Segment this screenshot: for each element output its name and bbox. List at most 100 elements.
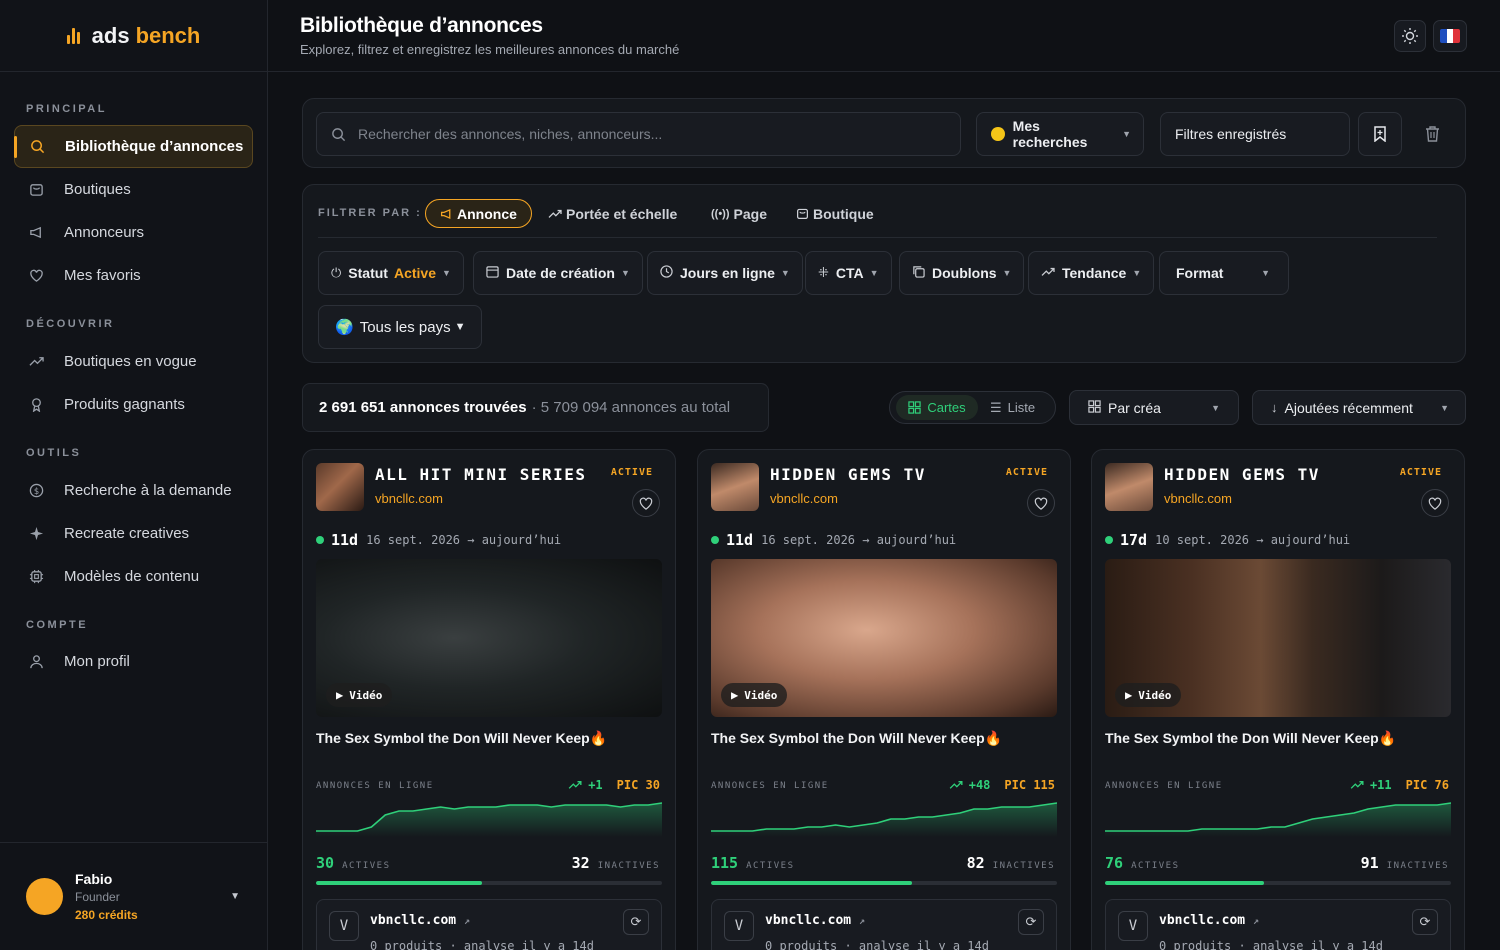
active-ratio-fill — [1105, 881, 1265, 885]
advertiser-domain[interactable]: vbncllc.com — [770, 491, 838, 506]
advertiser-thumbnail — [1105, 463, 1153, 511]
my-searches-dropdown[interactable]: Mes recherches ▼ — [976, 112, 1144, 156]
trending-icon — [548, 209, 562, 218]
shop-domain[interactable]: vbncllc.com ↗ — [370, 913, 470, 928]
user-menu[interactable]: Fabio Founder 280 crédits ▼ — [0, 842, 268, 950]
saved-filters-dropdown[interactable]: Filtres enregistrés — [1160, 112, 1350, 156]
cursor-click-icon: ⁜ — [818, 265, 829, 280]
trend-filter[interactable]: Tendance ▼ — [1028, 251, 1155, 295]
peak-value: PIC 115 — [1004, 778, 1055, 792]
date-range: 16 sept. 2026 → aujourd’hui — [761, 533, 957, 547]
ad-card[interactable]: HIDDEN GEMS TV vbncllc.com ACTIVE 11d 16… — [697, 449, 1071, 950]
brand-logo[interactable]: ads bench — [0, 0, 267, 72]
sidebar-item-ad-library[interactable]: Bibliothèque d’annonces — [14, 125, 253, 168]
power-icon: ⏻ — [331, 265, 342, 280]
language-button[interactable] — [1433, 20, 1467, 52]
sidebar-item-trending-shops[interactable]: Boutiques en vogue — [14, 340, 253, 383]
view-toggle: Cartes ☰ Liste — [889, 391, 1056, 424]
refresh-button[interactable]: ⟳ — [1018, 909, 1044, 935]
sidebar-item-profile[interactable]: Mon profil — [14, 640, 253, 683]
days-online-filter[interactable]: Jours en ligne ▼ — [647, 251, 803, 295]
filter-label: Format — [1176, 265, 1224, 281]
created-date-filter[interactable]: Date de création ▼ — [473, 251, 643, 295]
shop-summary[interactable]: V vbncllc.com ↗ 0 produits · analyse il … — [711, 899, 1057, 950]
external-link-icon: ↗ — [1252, 916, 1259, 927]
chevron-down-icon: ▼ — [454, 321, 466, 333]
french-flag-icon — [1440, 29, 1460, 43]
saved-filters-label: Filtres enregistrés — [1175, 126, 1287, 142]
chevron-down-icon: ▼ — [1002, 268, 1012, 278]
sidebar-item-favorites[interactable]: Mes favoris — [14, 254, 253, 297]
refresh-button[interactable]: ⟳ — [623, 909, 649, 935]
sidebar-item-on-demand-search[interactable]: $ Recherche à la demande — [14, 469, 253, 512]
advertiser-name[interactable]: HIDDEN GEMS TV — [770, 465, 926, 484]
results-found: 2 691 651 annonces trouvées — [319, 399, 527, 416]
country-filter[interactable]: 🌍 Tous les pays ▼ — [318, 305, 483, 349]
live-dot-icon — [316, 536, 324, 544]
live-dot-icon — [1105, 536, 1113, 544]
ad-media[interactable]: ▶ Vidéo — [316, 559, 662, 717]
ad-media[interactable]: ▶ Vidéo — [1105, 559, 1451, 717]
my-searches-label: Mes recherches — [1012, 118, 1088, 150]
tab-label: Page — [733, 205, 767, 222]
ad-card[interactable]: ALL HIT MINI SERIES vbncllc.com ACTIVE 1… — [302, 449, 676, 950]
sidebar-item-advertisers[interactable]: Annonceurs — [14, 211, 253, 254]
trending-icon — [28, 354, 44, 370]
shop-summary[interactable]: V vbncllc.com ↗ 0 produits · analyse il … — [316, 899, 662, 950]
sparkline-area — [711, 803, 1057, 837]
favorite-button[interactable] — [1027, 489, 1055, 517]
tab-page[interactable]: ((•)) Page — [711, 199, 767, 228]
run-dates: 11d 16 sept. 2026 → aujourd’hui — [711, 531, 956, 549]
search-input[interactable]: Rechercher des annonces, niches, annonce… — [316, 112, 961, 156]
broadcast-icon: ((•)) — [711, 207, 730, 220]
tab-annonce[interactable]: Annonce — [425, 199, 532, 228]
group-by-dropdown[interactable]: Par créa ▼ — [1069, 390, 1239, 425]
format-filter[interactable]: Format ▼ — [1159, 251, 1289, 295]
results-total: · 5 709 094 annonces au total — [531, 399, 731, 416]
sidebar-item-recreate-creatives[interactable]: Recreate creatives — [14, 512, 253, 555]
tab-reach-scale[interactable]: Portée et échelle — [548, 199, 677, 228]
shop-summary[interactable]: V vbncllc.com ↗ 0 produits · analyse il … — [1105, 899, 1451, 950]
shop-domain[interactable]: vbncllc.com ↗ — [1159, 913, 1259, 928]
advertiser-name[interactable]: HIDDEN GEMS TV — [1164, 465, 1320, 484]
sort-label: Ajoutées récemment — [1284, 399, 1413, 416]
page-subtitle: Explorez, filtrez et enregistrez les mei… — [300, 42, 680, 57]
duplicates-filter[interactable]: Doublons ▼ — [899, 251, 1025, 295]
ad-card[interactable]: HIDDEN GEMS TV vbncllc.com ACTIVE 17d 10… — [1091, 449, 1465, 950]
ad-media[interactable]: ▶ Vidéo — [711, 559, 1057, 717]
filter-label: Date de création — [506, 265, 615, 281]
inactive-label: INACTIVES — [992, 861, 1055, 871]
save-search-button[interactable] — [1358, 112, 1402, 156]
cta-filter[interactable]: ⁜ CTA ▼ — [805, 251, 892, 295]
shop-domain[interactable]: vbncllc.com ↗ — [765, 913, 865, 928]
sidebar-item-content-templates[interactable]: Modèles de contenu — [14, 555, 253, 598]
active-ratio-fill — [316, 881, 483, 885]
refresh-button[interactable]: ⟳ — [1412, 909, 1438, 935]
sidebar-item-winning-products[interactable]: Produits gagnants — [14, 383, 253, 426]
results-count: 2 691 651 annonces trouvées · 5 709 094 … — [302, 383, 769, 432]
filter-label: Tendance — [1062, 265, 1127, 281]
trophy-icon — [28, 397, 44, 413]
active-label: ACTIVES — [342, 861, 391, 871]
advertiser-domain[interactable]: vbncllc.com — [375, 491, 443, 506]
trend-info: +48 PIC 115 — [949, 778, 1055, 792]
clear-search-button[interactable] — [1410, 112, 1454, 156]
theme-toggle-button[interactable] — [1394, 20, 1426, 52]
filter-label: Tous les pays — [359, 318, 451, 336]
view-list-button[interactable]: ☰ Liste — [990, 395, 1035, 420]
ads-online-label: ANNONCES EN LIGNE — [711, 781, 829, 791]
sort-dropdown[interactable]: ↓ Ajoutées récemment ▼ — [1252, 390, 1466, 425]
status-filter[interactable]: ⏻ Statut Active ▼ — [318, 251, 464, 295]
view-cards-button[interactable]: Cartes — [896, 395, 978, 420]
advertiser-name[interactable]: ALL HIT MINI SERIES — [375, 465, 587, 484]
favorite-button[interactable] — [632, 489, 660, 517]
shop-meta: 0 produits · analyse il y a 14d — [370, 939, 594, 950]
ad-headline: The Sex Symbol the Don Will Never Keep🔥 — [1105, 730, 1397, 746]
advertiser-domain[interactable]: vbncllc.com — [1164, 491, 1232, 506]
favorite-button[interactable] — [1421, 489, 1449, 517]
shop-domain-text: vbncllc.com — [370, 913, 457, 928]
refresh-icon: ⟳ — [1025, 914, 1037, 929]
tab-boutique[interactable]: Boutique — [796, 199, 874, 228]
sidebar-item-shops[interactable]: Boutiques — [14, 168, 253, 211]
sidebar-item-label: Boutiques en vogue — [64, 353, 197, 370]
